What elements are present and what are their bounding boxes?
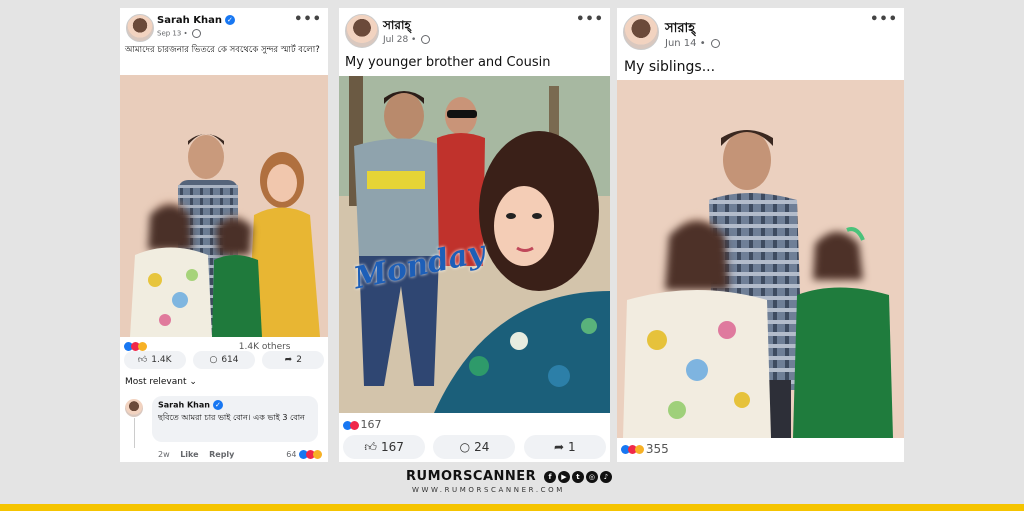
- like-button[interactable]: 👍︎ 1.4K: [123, 351, 186, 369]
- comment-text: ছবিতে আমরা চার ভাই বোন। এক ভাই 3 বোন: [158, 413, 305, 422]
- reaction-icons: [299, 450, 322, 459]
- instagram-icon[interactable]: ◎: [586, 470, 599, 483]
- chevron-down-icon: ⌄: [189, 377, 197, 387]
- author-name-text[interactable]: Sarah Khan: [157, 15, 222, 26]
- brand-logo: RUMORSCANNER f ▶ t ◎ ♪: [406, 469, 613, 484]
- comment-reply-button[interactable]: Reply: [209, 450, 234, 459]
- avatar[interactable]: [345, 14, 379, 48]
- reaction-summary[interactable]: 167: [343, 418, 382, 431]
- globe-icon: [191, 29, 201, 38]
- avatar[interactable]: [126, 14, 154, 42]
- post-header: Sarah Khan ✓ Sep 13 • •••: [120, 8, 328, 48]
- youtube-icon[interactable]: ▶: [558, 470, 571, 483]
- post-meta: Sep 13 •: [157, 29, 201, 38]
- social-icons: f ▶ t ◎ ♪: [544, 470, 613, 483]
- comment-author[interactable]: Sarah Khan ✓: [158, 400, 223, 410]
- thumbs-up-icon: 👍︎: [364, 439, 377, 454]
- like-count: 1.4K: [151, 355, 172, 365]
- family-photo-illustration: [120, 75, 328, 337]
- post-caption: আমাদের চারজনার ভিতরে কে সবথেকে সুন্দর স্…: [125, 45, 320, 55]
- post-actions: 👍︎ 167 ○ 24 ➦ 1: [339, 435, 610, 459]
- author-name[interactable]: Sarah Khan ✓: [157, 15, 235, 26]
- tiktok-icon[interactable]: ♪: [600, 470, 613, 483]
- author-name[interactable]: সারাহ্: [665, 19, 695, 40]
- comment-reaction-count: 64: [286, 450, 297, 459]
- share-button[interactable]: ➦ 1: [523, 435, 606, 459]
- comment-reactions[interactable]: 64: [286, 450, 322, 459]
- share-count: 2: [296, 355, 302, 365]
- like-count: 167: [380, 440, 404, 454]
- like-button[interactable]: 👍︎ 167: [343, 435, 426, 459]
- avatar[interactable]: [623, 14, 659, 50]
- verified-icon: ✓: [212, 400, 223, 410]
- reaction-icons: [343, 418, 359, 431]
- reactions-count: 167: [360, 418, 382, 431]
- post-card-1: Sarah Khan ✓ Sep 13 • ••• আমাদের চারজনার …: [120, 8, 328, 462]
- comment-icon: ○: [459, 440, 471, 454]
- reaction-summary[interactable]: 355: [621, 442, 669, 456]
- share-count: 1: [568, 440, 576, 454]
- post-card-2: সারাহ্ Jul 28 • ••• My younger brother a…: [339, 8, 610, 462]
- comment-author-text[interactable]: Sarah Khan: [158, 401, 210, 410]
- author-name[interactable]: সারাহ্: [383, 17, 411, 37]
- more-options-icon[interactable]: •••: [870, 12, 898, 27]
- facebook-icon[interactable]: f: [544, 470, 557, 483]
- reactions-count: 355: [645, 442, 669, 456]
- more-options-icon[interactable]: •••: [576, 12, 604, 27]
- post-header: সারাহ্ Jun 14 • •••: [617, 8, 904, 50]
- post-photo[interactable]: Monday: [339, 76, 610, 413]
- post-meta: Jul 28 •: [383, 35, 431, 45]
- brand-url: WWW.RUMORSCANNER.COM: [412, 486, 565, 494]
- post-header: সারাহ্ Jul 28 • •••: [339, 8, 610, 48]
- comment-like-button[interactable]: Like: [180, 450, 198, 459]
- comment-time[interactable]: 2w: [158, 450, 170, 459]
- more-options-icon[interactable]: •••: [294, 12, 322, 27]
- share-button[interactable]: ➦ 2: [262, 351, 325, 369]
- thumbs-up-icon: 👍︎: [137, 355, 148, 365]
- most-relevant-filter[interactable]: Most relevant ⌄: [125, 377, 197, 387]
- reaction-icons: [621, 442, 644, 456]
- globe-icon: [710, 38, 720, 48]
- thread-line: [134, 418, 135, 448]
- share-icon: ➦: [553, 440, 565, 454]
- post-meta: Jun 14 •: [665, 38, 720, 49]
- comment-button[interactable]: ○ 24: [433, 435, 516, 459]
- brand-name: RUMORSCANNER: [406, 469, 537, 484]
- share-icon: ➦: [284, 355, 293, 365]
- post-caption: My younger brother and Cousin: [345, 55, 551, 70]
- comment-count: 614: [221, 355, 239, 365]
- globe-icon: [421, 35, 431, 44]
- post-caption: My siblings...: [624, 59, 716, 75]
- most-relevant-label: Most relevant: [125, 377, 187, 387]
- post-actions: 👍︎ 1.4K ○ 614 ➦ 2: [120, 351, 328, 369]
- post-photo[interactable]: [120, 75, 328, 337]
- post-card-3: সারাহ্ Jun 14 • ••• My siblings... 355: [617, 8, 904, 462]
- comment-count: 24: [474, 440, 490, 454]
- comment-avatar[interactable]: [125, 399, 143, 417]
- post-date[interactable]: Sep 13: [157, 30, 181, 38]
- comment-footer: 2w Like Reply: [158, 450, 234, 459]
- twitter-icon[interactable]: t: [572, 470, 585, 483]
- verified-icon: ✓: [224, 15, 235, 25]
- post-date[interactable]: Jun 14: [665, 38, 697, 49]
- siblings-photo-illustration: [617, 80, 904, 438]
- post-photo[interactable]: [617, 80, 904, 438]
- accent-bar: [0, 504, 1024, 511]
- comment-button[interactable]: ○ 614: [192, 351, 255, 369]
- post-date[interactable]: Jul 28: [383, 35, 408, 45]
- comment-icon: ○: [209, 355, 218, 365]
- comment-bubble: Sarah Khan ✓ ছবিতে আমরা চার ভাই বোন। এক ভ…: [152, 396, 318, 442]
